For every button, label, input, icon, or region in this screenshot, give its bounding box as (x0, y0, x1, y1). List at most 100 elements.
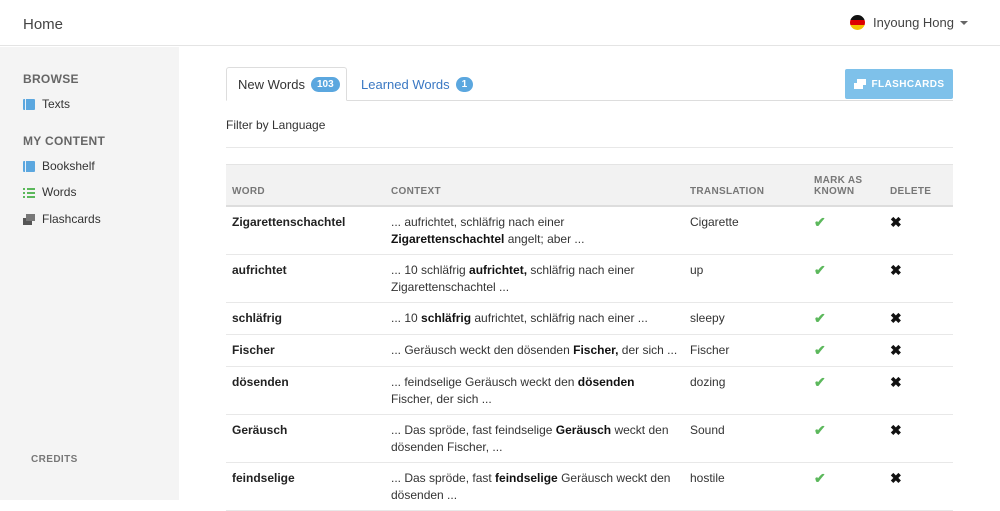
table-row: feindselige... Das spröde, fast feindsel… (226, 462, 953, 511)
column-header-translation: TRANSLATION (684, 164, 808, 207)
words-table: WORD CONTEXT TRANSLATION MARK AS KNOWN D… (226, 164, 953, 511)
context-cell: ... 10 schläfrig aufrichtet, schläfrig n… (385, 302, 684, 335)
context-word: Zigarettenschachtel (391, 231, 505, 246)
sidebar: BROWSE Texts MY CONTENT Bookshelf Words … (0, 47, 179, 500)
mark-known-cell: ✔ (808, 254, 884, 303)
checkmark-icon[interactable]: ✔ (814, 470, 826, 486)
delete-x-icon[interactable]: ✖ (890, 342, 902, 358)
checkmark-icon[interactable]: ✔ (814, 422, 826, 438)
checkmark-icon[interactable]: ✔ (814, 374, 826, 390)
checkmark-icon[interactable]: ✔ (814, 262, 826, 278)
context-before: ... Das spröde, fast feindselige (391, 422, 556, 437)
my-content-heading: MY CONTENT (23, 134, 106, 148)
context-cell: ... 10 schläfrig aufrichtet, schläfrig n… (385, 254, 684, 303)
sidebar-item-label: Flashcards (42, 212, 101, 226)
context-after: Fischer, der sich ... (391, 391, 492, 406)
cards-icon (853, 79, 866, 89)
book-icon (23, 98, 35, 110)
tab-learned-words[interactable]: Learned Words 1 (361, 67, 474, 101)
translation-cell: up (684, 254, 808, 303)
sidebar-item-label: Words (42, 185, 77, 199)
word-cell: Fischer (226, 334, 385, 367)
home-link[interactable]: Home (23, 16, 63, 33)
delete-x-icon[interactable]: ✖ (890, 214, 902, 230)
context-cell: ... Das spröde, fast feindselige Geräusc… (385, 462, 684, 511)
delete-x-icon[interactable]: ✖ (890, 310, 902, 326)
delete-x-icon[interactable]: ✖ (890, 262, 902, 278)
tab-label: New Words (238, 76, 305, 92)
tab-bar: New Words 103 Learned Words 1 (226, 67, 953, 101)
context-word: feindselige (495, 470, 558, 485)
mark-known-cell: ✔ (808, 334, 884, 367)
delete-cell: ✖ (884, 254, 953, 303)
table-row: Geräusch... Das spröde, fast feindselige… (226, 414, 953, 463)
table-row: schläfrig... 10 schläfrig aufrichtet, sc… (226, 302, 953, 335)
credits-link[interactable]: CREDITS (31, 454, 78, 465)
context-before: ... Das spröde, fast (391, 470, 496, 485)
sidebar-item-flashcards[interactable]: Flashcards (23, 212, 101, 226)
delete-x-icon[interactable]: ✖ (890, 374, 902, 390)
delete-x-icon[interactable]: ✖ (890, 422, 902, 438)
delete-cell: ✖ (884, 414, 953, 463)
delete-cell: ✖ (884, 205, 953, 255)
translation-cell: Sound (684, 414, 808, 463)
word-cell: aufrichtet (226, 254, 385, 303)
context-cell: ... feindselige Geräusch weckt den dösen… (385, 366, 684, 415)
context-word: Fischer, (573, 342, 619, 357)
delete-x-icon[interactable]: ✖ (890, 470, 902, 486)
context-cell: ... aufrichtet, schläfrig nach einer Zig… (385, 205, 684, 255)
table-row: dösenden... feindselige Geräusch weckt d… (226, 366, 953, 415)
delete-cell: ✖ (884, 302, 953, 335)
sidebar-item-label: Bookshelf (42, 159, 95, 173)
context-cell: ... Geräusch weckt den dösenden Fischer,… (385, 334, 684, 367)
context-before: ... feindselige Geräusch weckt den (391, 374, 578, 389)
word-cell: feindselige (226, 462, 385, 511)
tab-label: Learned Words (361, 76, 450, 92)
translation-cell: hostile (684, 462, 808, 511)
context-word: schläfrig (421, 310, 472, 325)
word-cell: Zigarettenschachtel (226, 205, 385, 255)
book-icon (23, 160, 35, 172)
flashcards-button[interactable]: FLASHCARDS (845, 69, 953, 99)
count-badge: 1 (455, 76, 474, 92)
flashcards-button-label: FLASHCARDS (871, 78, 945, 90)
sidebar-item-words[interactable]: Words (23, 185, 76, 199)
context-before: ... Geräusch weckt den dösenden (391, 342, 574, 357)
sidebar-item-texts[interactable]: Texts (23, 97, 70, 111)
caret-down-icon (960, 20, 968, 25)
context-after: aufrichtet, schläfrig nach einer ... (471, 310, 648, 325)
table-row: Zigarettenschachtel... aufrichtet, schlä… (226, 205, 953, 255)
context-after: der sich ... (618, 342, 678, 357)
translation-cell: Fischer (684, 334, 808, 367)
translation-cell: Cigarette (684, 205, 808, 255)
sidebar-item-bookshelf[interactable]: Bookshelf (23, 159, 95, 173)
checkmark-icon[interactable]: ✔ (814, 214, 826, 230)
cards-icon (23, 213, 35, 225)
count-badge: 103 (310, 76, 340, 92)
filter-by-language[interactable]: Filter by Language (226, 118, 325, 132)
context-cell: ... Das spröde, fast feindselige Geräusc… (385, 414, 684, 463)
context-before: ... 10 schläfrig (391, 262, 470, 277)
delete-cell: ✖ (884, 462, 953, 511)
column-header-word: WORD (226, 164, 385, 207)
column-header-context: CONTEXT (385, 164, 684, 207)
divider (226, 147, 953, 148)
checkmark-icon[interactable]: ✔ (814, 310, 826, 326)
table-header-row: WORD CONTEXT TRANSLATION MARK AS KNOWN D… (226, 164, 953, 207)
delete-cell: ✖ (884, 366, 953, 415)
mark-known-cell: ✔ (808, 414, 884, 463)
column-header-mark-known: MARK AS KNOWN (808, 164, 884, 207)
mark-known-cell: ✔ (808, 205, 884, 255)
mark-known-cell: ✔ (808, 302, 884, 335)
tab-new-words[interactable]: New Words 103 (226, 67, 347, 101)
context-before: ... aufrichtet, schläfrig nach einer (391, 214, 565, 229)
checkmark-icon[interactable]: ✔ (814, 342, 826, 358)
mark-known-cell: ✔ (808, 462, 884, 511)
delete-cell: ✖ (884, 334, 953, 367)
sidebar-item-label: Texts (42, 97, 71, 111)
context-before: ... 10 (391, 310, 422, 325)
table-row: Fischer... Geräusch weckt den dösenden F… (226, 334, 953, 367)
word-cell: Geräusch (226, 414, 385, 463)
translation-cell: sleepy (684, 302, 808, 335)
word-cell: dösenden (226, 366, 385, 415)
